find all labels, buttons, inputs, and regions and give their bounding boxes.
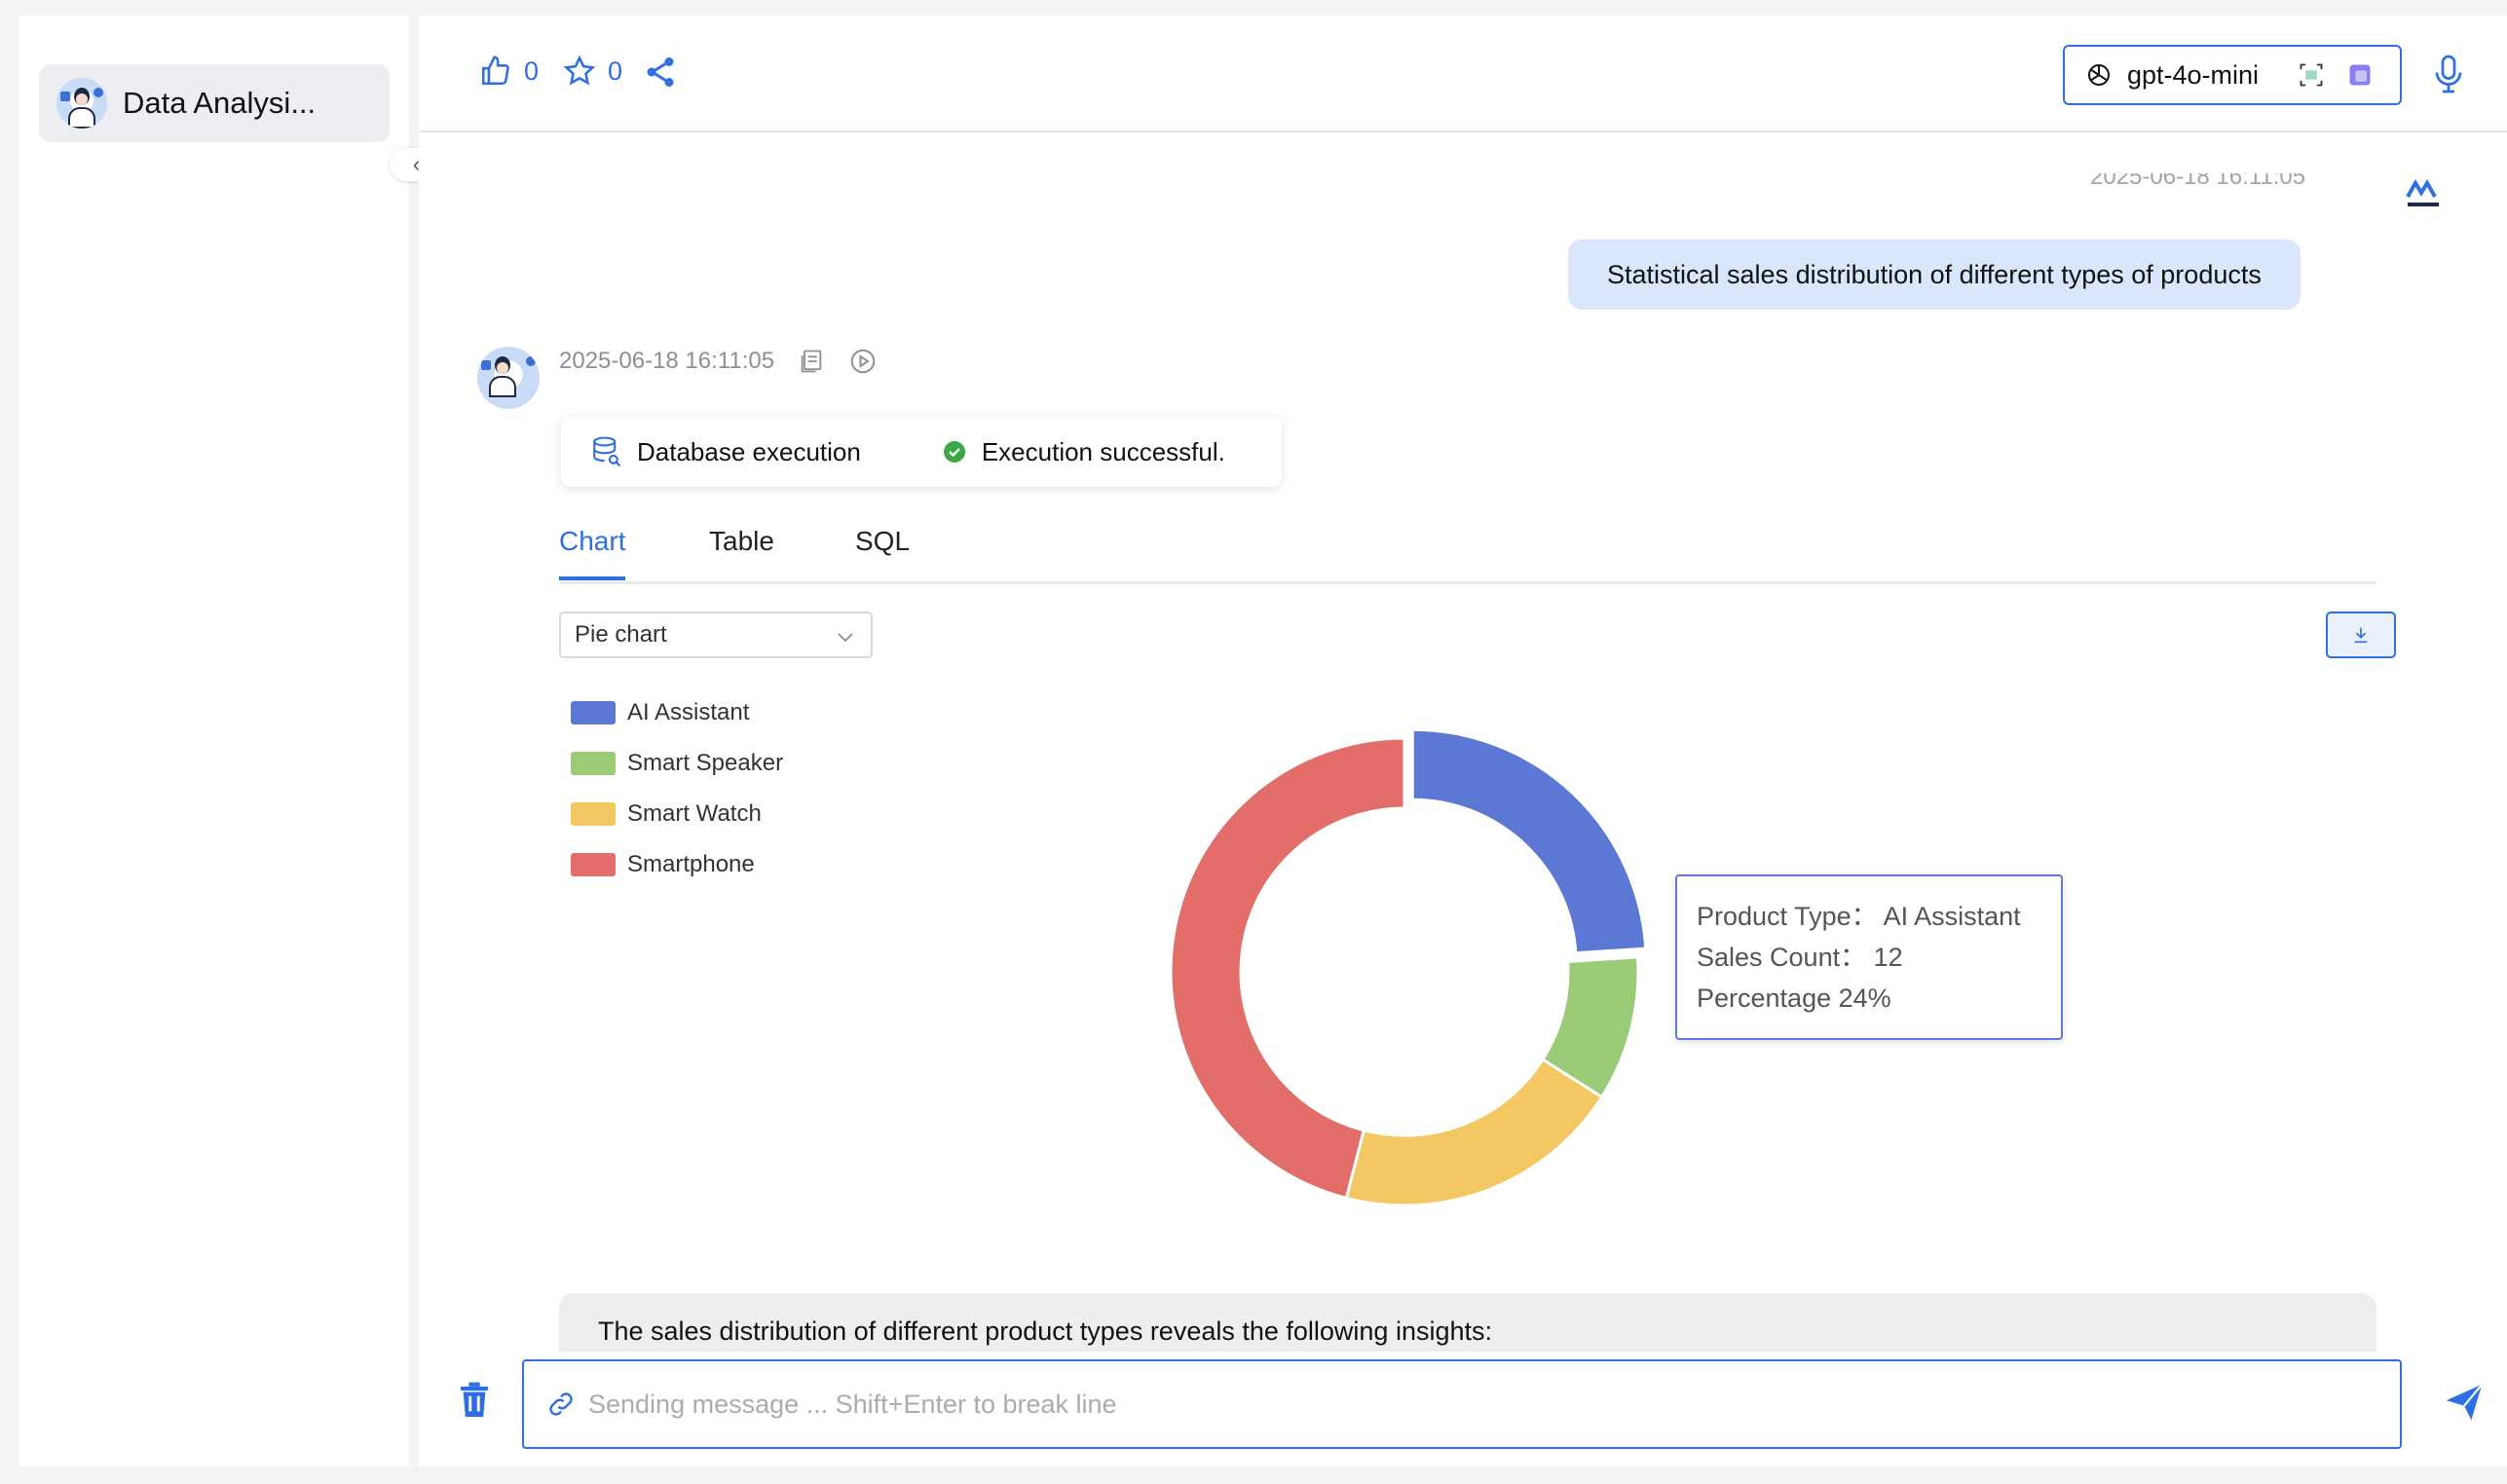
bot-message-meta: 2025-06-18 16:11:05	[559, 347, 878, 376]
chat-area: 2025-06-18 16:11:05 Statistical sales di…	[419, 134, 2507, 1352]
tooltip-percentage: Percentage 24%	[1697, 983, 1891, 1013]
top-toolbar: 0 0 gpt-4o-mini	[419, 16, 2507, 132]
send-button[interactable]	[2443, 1381, 2486, 1428]
sidebar: Data Analysi...	[19, 16, 409, 1466]
legend-item[interactable]: Smartphone	[571, 839, 783, 890]
tab-sql[interactable]: SQL	[855, 526, 910, 576]
screenshot-icon[interactable]	[2298, 61, 2325, 89]
thumbs-up-icon	[481, 56, 509, 86]
assistant-avatar-icon	[56, 78, 107, 129]
message-input-box[interactable]	[522, 1359, 2402, 1449]
attachment-link-icon[interactable]	[545, 1389, 577, 1420]
play-audio-icon[interactable]	[848, 347, 878, 376]
tab-chart[interactable]: Chart	[559, 526, 626, 580]
like-count: 0	[524, 56, 540, 86]
user-message-bubble: Statistical sales distribution of differ…	[1568, 240, 2301, 310]
message-input[interactable]	[588, 1389, 2341, 1420]
assistant-avatar-icon	[477, 347, 540, 409]
image-upload-icon[interactable]	[2346, 61, 2374, 89]
execution-step-label: Database execution	[637, 436, 861, 466]
legend-swatch	[571, 752, 616, 775]
legend-label: Smart Watch	[627, 800, 762, 827]
insight-text-block: The sales distribution of different prod…	[559, 1293, 2376, 1352]
app-window: Data Analysi... « 0 0	[19, 16, 2507, 1466]
model-selector[interactable]: gpt-4o-mini	[2063, 45, 2402, 105]
legend-swatch	[571, 701, 616, 724]
legend-item[interactable]: Smart Watch	[571, 789, 783, 839]
legend-swatch	[571, 802, 616, 826]
sidebar-divider	[409, 16, 419, 1466]
pie-slice-ai-assistant[interactable]	[1410, 727, 1648, 955]
bot-message-timestamp: 2025-06-18 16:11:05	[559, 348, 775, 374]
sidebar-item-label: Data Analysi...	[123, 86, 317, 120]
microphone-icon	[2435, 55, 2462, 93]
share-button[interactable]	[643, 55, 678, 90]
download-chart-button[interactable]	[2326, 612, 2396, 658]
chart-type-value: Pie chart	[575, 621, 667, 648]
main-panel: 0 0 gpt-4o-mini 2025-06-18 16:11:05 Stat…	[419, 16, 2507, 1466]
legend-label: Smartphone	[627, 851, 755, 877]
microphone-button[interactable]	[2431, 53, 2466, 100]
legend-label: AI Assistant	[627, 699, 750, 725]
pie-slice-smartphone[interactable]	[1169, 736, 1406, 1201]
legend-swatch	[571, 853, 616, 876]
chart-type-select[interactable]: Pie chart	[559, 612, 873, 658]
database-icon	[593, 436, 621, 467]
pie-slice-smart-watch[interactable]	[1344, 1057, 1604, 1207]
chevron-down-icon	[838, 633, 853, 643]
chart-tooltip: Product Type： AI Assistant Sales Count： …	[1675, 874, 2063, 1040]
copy-icon[interactable]	[798, 348, 825, 375]
execution-status-label: Execution successful.	[981, 436, 1225, 466]
success-check-icon	[943, 441, 965, 463]
chart-legend: AI Assistant Smart Speaker Smart Watch Smar…	[571, 687, 783, 890]
legend-item[interactable]: AI Assistant	[571, 687, 783, 738]
model-name: gpt-4o-mini	[2127, 59, 2260, 90]
star-button[interactable]: 0	[563, 55, 622, 88]
like-button[interactable]: 0	[479, 55, 539, 88]
execution-status-card: Database execution Execution successful.	[561, 417, 1282, 487]
bot-avatar	[477, 347, 540, 409]
linkai-logo-icon	[2402, 173, 2445, 216]
trash-icon	[460, 1382, 489, 1417]
tooltip-sales-count: Sales Count： 12	[1697, 943, 1903, 972]
star-count: 0	[608, 56, 623, 86]
openai-icon	[2088, 64, 2110, 86]
pie-chart-svg	[1169, 727, 1648, 1207]
result-tabs: Chart Table SQL	[559, 504, 2376, 584]
sidebar-item-data-analysis[interactable]: Data Analysi...	[39, 64, 390, 142]
user-message-timestamp: 2025-06-18 16:11:05	[2090, 173, 2306, 190]
tooltip-product-type: Product Type： AI Assistant	[1697, 902, 2021, 931]
legend-label: Smart Speaker	[627, 750, 784, 776]
clear-chat-button[interactable]	[458, 1381, 491, 1425]
download-icon	[2354, 627, 2368, 644]
send-icon	[2446, 1383, 2484, 1421]
legend-item[interactable]: Smart Speaker	[571, 738, 783, 789]
tab-table[interactable]: Table	[709, 526, 774, 576]
pie-chart	[1151, 719, 1658, 1230]
share-icon	[647, 57, 674, 87]
star-icon	[563, 55, 596, 86]
